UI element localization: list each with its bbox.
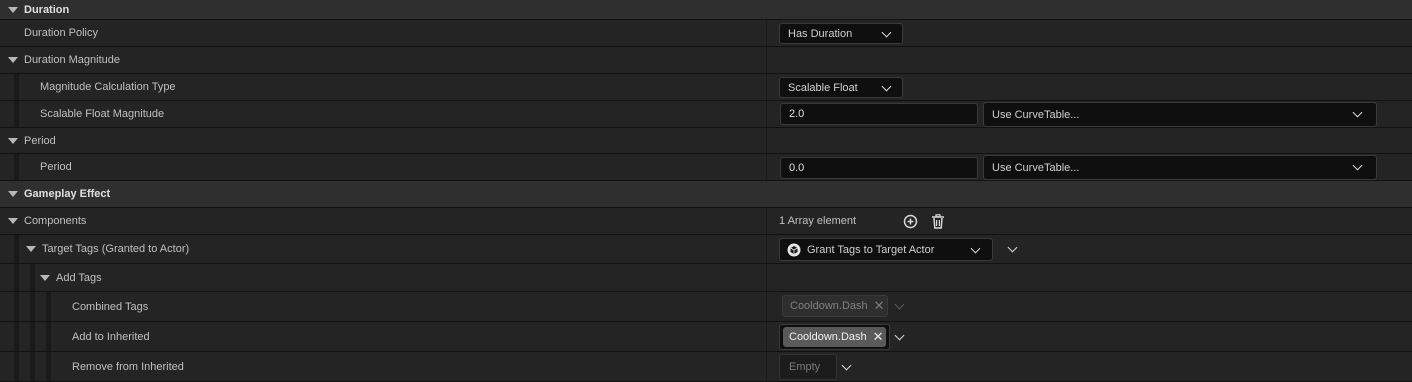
dropdown-value: Grant Tags to Target Actor [807, 243, 935, 256]
property-label: Add Tags [56, 271, 102, 284]
property-label: Period [24, 134, 56, 147]
row-combined-tags: Combined Tags Cooldown.Dash ✕ [0, 292, 1412, 322]
indent-guide [14, 264, 19, 291]
input-value: 2.0 [789, 108, 805, 120]
trash-icon[interactable] [931, 214, 945, 232]
plus-circle-icon[interactable] [903, 214, 918, 232]
property-label: Add to Inherited [72, 330, 150, 343]
row-period: Period 0.0 Use CurveTable... [0, 154, 1412, 181]
indent-guide [14, 322, 19, 351]
column-divider[interactable] [766, 264, 767, 291]
close-icon: ✕ [873, 298, 885, 313]
indent-guide [46, 292, 51, 321]
indent-guide [30, 322, 35, 351]
indent-guide [14, 101, 19, 127]
property-label: Magnitude Calculation Type [40, 81, 176, 93]
magnitude-calc-dropdown[interactable]: Scalable Float [779, 77, 903, 98]
category-duration[interactable]: Duration [0, 0, 1412, 20]
chevron-down-icon [1352, 107, 1363, 118]
expand-arrow-icon[interactable] [8, 218, 18, 224]
column-divider[interactable] [766, 352, 767, 381]
tag-chip[interactable]: Cooldown.Dash ✕ [783, 327, 886, 347]
expand-arrow-icon[interactable] [8, 7, 18, 13]
array-count: 1 Array element [779, 215, 857, 227]
curve-table-dropdown[interactable]: Use CurveTable... [983, 155, 1377, 180]
row-remove-from-inherited: Remove from Inherited Empty [0, 352, 1412, 382]
indent-guide [30, 352, 35, 381]
property-label: Remove from Inherited [72, 360, 184, 373]
expand-arrow-icon[interactable] [8, 191, 18, 197]
column-divider[interactable] [766, 47, 767, 73]
row-period-group[interactable]: Period [0, 128, 1412, 154]
indent-guide [14, 74, 19, 100]
column-divider[interactable] [766, 154, 767, 180]
property-label: Scalable Float Magnitude [40, 108, 165, 120]
column-divider[interactable] [766, 208, 767, 234]
property-label: Duration Policy [24, 27, 98, 39]
chevron-down-icon [881, 81, 892, 92]
chevron-down-icon[interactable] [841, 360, 852, 371]
indent-guide [14, 352, 19, 381]
indent-guide [30, 292, 35, 321]
indent-guide [14, 154, 19, 180]
column-divider[interactable] [766, 292, 767, 321]
tag-container-empty[interactable]: Empty [779, 354, 837, 380]
row-scalable-float-magnitude: Scalable Float Magnitude 2.0 Use CurveTa… [0, 101, 1412, 128]
column-divider[interactable] [766, 235, 767, 263]
row-magnitude-calc-type: Magnitude Calculation Type Scalable Floa… [0, 74, 1412, 101]
column-divider[interactable] [766, 20, 767, 46]
column-divider[interactable] [766, 101, 767, 127]
tag-label: Cooldown.Dash [790, 300, 868, 312]
property-label: Duration Magnitude [24, 54, 121, 66]
empty-label: Empty [789, 361, 821, 373]
component-class-dropdown[interactable]: Grant Tags to Target Actor [779, 238, 993, 261]
expand-arrow-icon[interactable] [40, 275, 50, 281]
row-target-tags[interactable]: Target Tags (Granted to Actor) Grant Tag… [0, 235, 1412, 264]
property-label: Combined Tags [72, 300, 149, 313]
expand-arrow-icon[interactable] [8, 57, 18, 63]
chevron-down-icon [881, 27, 892, 38]
indent-guide [14, 292, 19, 321]
row-add-to-inherited: Add to Inherited Cooldown.Dash ✕ [0, 322, 1412, 352]
property-label: Components [24, 215, 87, 227]
row-add-tags[interactable]: Add Tags [0, 264, 1412, 292]
indent-guide [46, 322, 51, 351]
dropdown-value: Scalable Float [788, 81, 858, 94]
property-label: Target Tags (Granted to Actor) [42, 243, 190, 255]
close-icon[interactable]: ✕ [873, 329, 884, 345]
expand-arrow-icon[interactable] [8, 138, 18, 144]
tag-container[interactable]: Cooldown.Dash ✕ [779, 324, 890, 350]
indent-guide [30, 264, 35, 291]
row-duration-policy: Duration Policy Has Duration [0, 20, 1412, 47]
chevron-down-icon [970, 243, 981, 254]
component-icon [787, 243, 801, 257]
dropdown-value: Use CurveTable... [992, 108, 1080, 121]
curve-table-dropdown[interactable]: Use CurveTable... [983, 102, 1377, 127]
expand-arrow-icon[interactable] [26, 246, 36, 252]
category-label: Duration [24, 3, 70, 16]
tag-label: Cooldown.Dash [789, 331, 867, 343]
dropdown-value: Has Duration [788, 27, 853, 40]
row-components[interactable]: Components 1 Array element [0, 208, 1412, 235]
property-label: Period [40, 161, 72, 173]
chevron-down-icon [894, 299, 905, 310]
chevron-down-icon[interactable] [1007, 242, 1018, 253]
dropdown-value: Use CurveTable... [992, 161, 1080, 174]
column-divider[interactable] [766, 128, 767, 153]
scalable-float-input[interactable]: 2.0 [780, 103, 978, 125]
row-duration-magnitude[interactable]: Duration Magnitude [0, 47, 1412, 74]
indent-guide [14, 235, 19, 263]
indent-guide [46, 352, 51, 381]
input-value: 0.0 [789, 162, 805, 174]
duration-policy-dropdown[interactable]: Has Duration [779, 23, 903, 44]
tag-chip-disabled: Cooldown.Dash ✕ [782, 295, 888, 317]
chevron-down-icon[interactable] [894, 330, 905, 341]
period-input[interactable]: 0.0 [780, 157, 978, 179]
category-label: Gameplay Effect [24, 188, 111, 200]
chevron-down-icon [1352, 160, 1363, 171]
category-gameplay-effect[interactable]: Gameplay Effect [0, 181, 1412, 208]
column-divider[interactable] [766, 74, 767, 100]
column-divider[interactable] [766, 322, 767, 351]
